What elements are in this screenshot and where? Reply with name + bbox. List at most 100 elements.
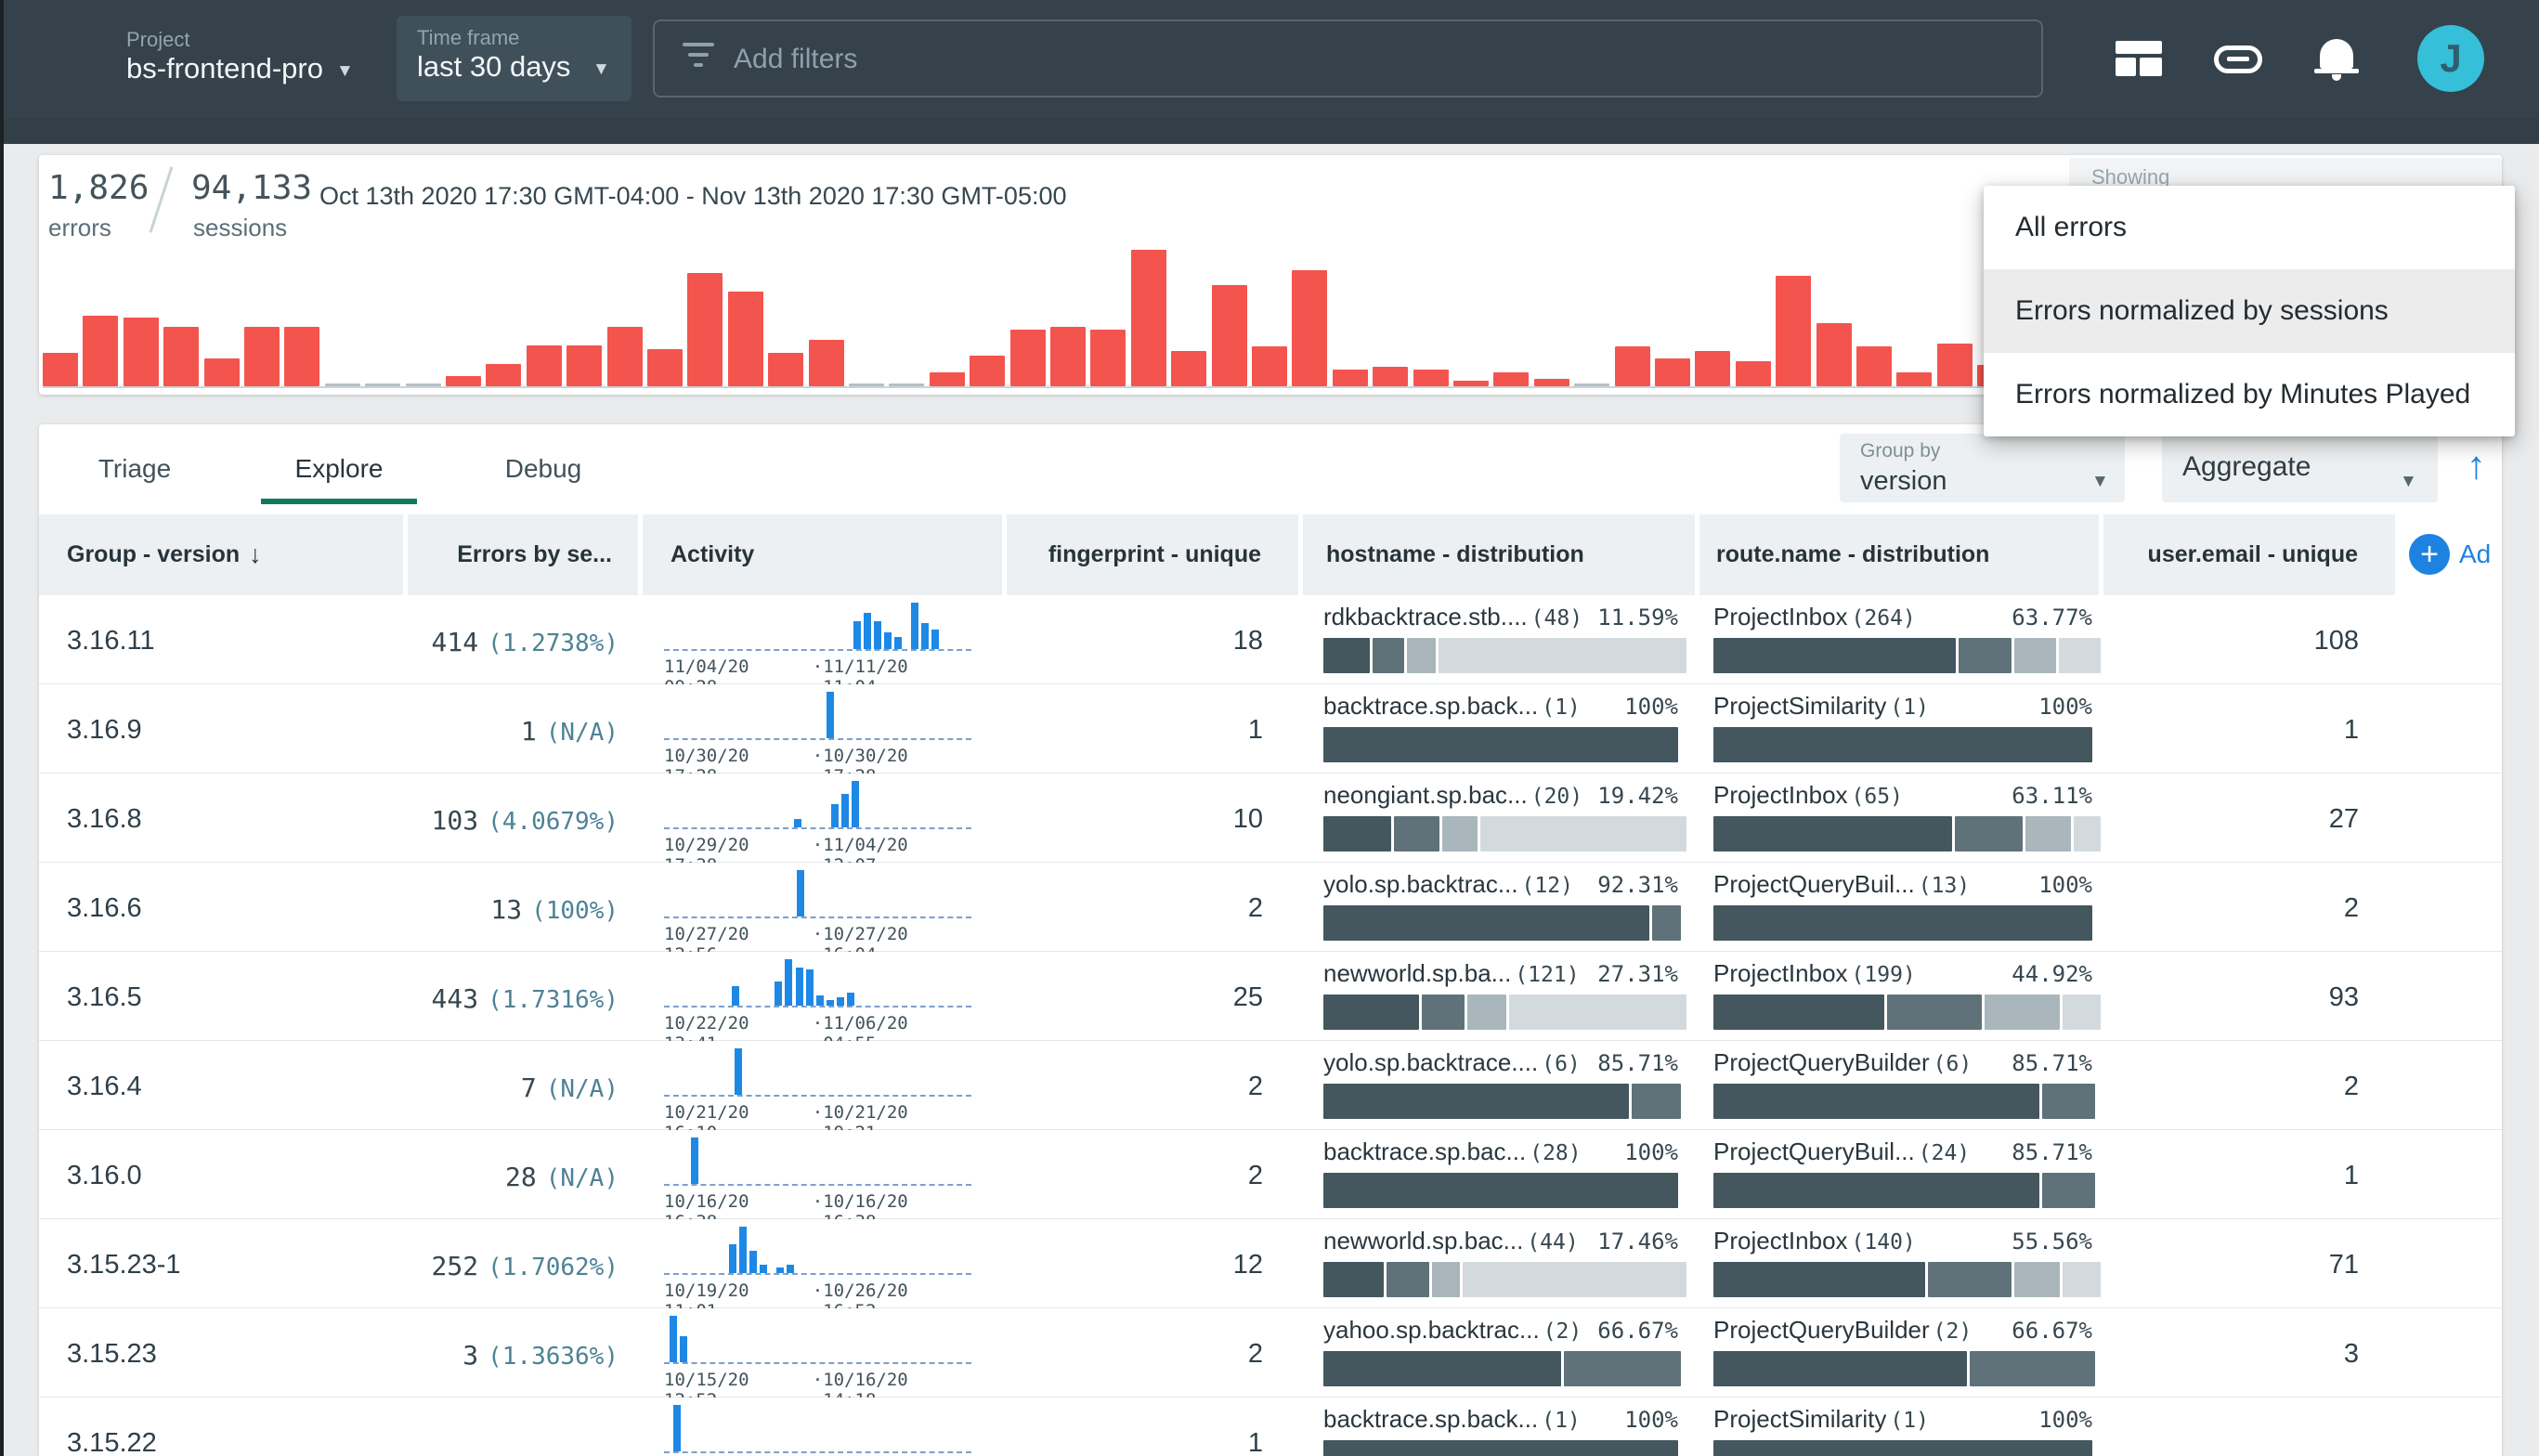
- hostname-label-row: backtrace.sp.back...(1)100%: [1323, 1405, 1678, 1435]
- table-row[interactable]: 3.16.5443(1.7316%)10/22/20 13:41·11/06/2…: [39, 952, 2502, 1041]
- histogram-bar[interactable]: [1050, 327, 1086, 386]
- route-name-cell: ProjectSimilarity(1)100%: [1713, 1405, 2092, 1456]
- histogram-bar[interactable]: [687, 273, 723, 386]
- histogram-bar[interactable]: [647, 349, 683, 386]
- column-header-label: Group - version: [67, 541, 240, 568]
- table-row[interactable]: 3.16.613(100%)10/27/20 12:56·10/27/20 16…: [39, 863, 2502, 952]
- distribution-segment: [1394, 816, 1440, 852]
- histogram-bar[interactable]: [284, 327, 319, 386]
- column-header-hostname-distribution[interactable]: hostname - distribution: [1303, 514, 1695, 595]
- group-by-value[interactable]: version: [1860, 466, 1947, 497]
- histogram-bar[interactable]: [83, 316, 118, 386]
- histogram-bar[interactable]: [1695, 351, 1730, 386]
- column-header-user-email-unique[interactable]: user.email - unique: [2103, 514, 2395, 595]
- histogram-bar[interactable]: [163, 327, 199, 386]
- histogram-bar[interactable]: [1090, 330, 1126, 386]
- menu-item-errors-normalized-by-minutes-played[interactable]: Errors normalized by Minutes Played: [1984, 353, 2515, 436]
- sort-desc-icon[interactable]: ↓: [249, 540, 262, 569]
- add-filters-input[interactable]: [653, 20, 2043, 98]
- hostname-percent: 92.31%: [1597, 872, 1678, 898]
- chevron-down-icon[interactable]: ▼: [2091, 472, 2109, 492]
- tab-explore[interactable]: Explore: [279, 450, 399, 488]
- column-header-fingerprint-unique[interactable]: fingerprint - unique: [1007, 514, 1298, 595]
- route-name-name: ProjectQueryBuilder: [1713, 1048, 1930, 1077]
- histogram-bar[interactable]: [1937, 344, 1973, 386]
- histogram-bar[interactable]: [1896, 372, 1932, 386]
- histogram-bar[interactable]: [566, 345, 602, 386]
- histogram-bar[interactable]: [1171, 351, 1206, 386]
- histogram-bar[interactable]: [527, 345, 562, 386]
- histogram-bar[interactable]: [1413, 370, 1449, 386]
- histogram-bar[interactable]: [1655, 358, 1690, 386]
- histogram-bar[interactable]: [43, 353, 78, 386]
- histogram-bar[interactable]: [406, 384, 441, 386]
- column-header-errors-by-se-[interactable]: Errors by se...: [408, 514, 638, 595]
- chevron-down-icon[interactable]: ▼: [2400, 472, 2417, 492]
- dashboard-layout-icon[interactable]: [2116, 41, 2162, 76]
- histogram-bar[interactable]: [486, 364, 521, 386]
- histogram-bar[interactable]: [1816, 323, 1852, 386]
- table-row[interactable]: 3.16.11414(1.2738%)11/04/20 09:28·11/11/…: [39, 595, 2502, 684]
- chevron-down-icon[interactable]: ▼: [592, 59, 610, 80]
- chevron-down-icon[interactable]: ▼: [336, 61, 354, 82]
- histogram-bar[interactable]: [1212, 285, 1247, 386]
- scroll-to-top-icon[interactable]: ↑: [2467, 443, 2486, 488]
- column-header-activity[interactable]: Activity: [643, 514, 1002, 595]
- histogram-bar[interactable]: [889, 384, 924, 386]
- table-row[interactable]: 3.15.221backtrace.sp.back...(1)100%Proje…: [39, 1398, 2502, 1456]
- histogram-bar[interactable]: [1736, 361, 1771, 386]
- menu-item-errors-normalized-by-sessions[interactable]: Errors normalized by sessions: [1984, 269, 2515, 353]
- histogram-bar[interactable]: [1615, 346, 1650, 386]
- user-avatar[interactable]: J: [2417, 25, 2484, 92]
- project-selector[interactable]: bs-frontend-pro: [126, 52, 323, 85]
- table-row[interactable]: 3.15.233(1.3636%)10/15/20 12:52·10/16/20…: [39, 1308, 2502, 1398]
- histogram-bar[interactable]: [446, 376, 481, 386]
- histogram-bar[interactable]: [849, 384, 884, 386]
- aggregate-label[interactable]: Aggregate: [2182, 451, 2311, 483]
- table-row[interactable]: 3.16.47(N/A)10/21/20 16:10·10/21/20 19:2…: [39, 1041, 2502, 1130]
- histogram-bar[interactable]: [1131, 250, 1166, 386]
- hostname-name: backtrace.sp.bac...: [1323, 1138, 1526, 1166]
- tab-triage[interactable]: Triage: [84, 450, 186, 488]
- column-header-group-version[interactable]: Group - version ↓: [39, 514, 403, 595]
- table-row[interactable]: 3.15.23-1252(1.7062%)10/19/20 11:01·10/2…: [39, 1219, 2502, 1308]
- histogram-bar[interactable]: [365, 384, 400, 386]
- histogram-bar[interactable]: [970, 356, 1005, 386]
- add-column-header[interactable]: + Ad: [2400, 514, 2502, 595]
- cell-fingerprint-unique: 25: [1068, 982, 1263, 1013]
- histogram-bar[interactable]: [204, 358, 240, 386]
- menu-item-all-errors[interactable]: All errors: [1984, 186, 2515, 269]
- histogram-bar[interactable]: [1574, 384, 1609, 386]
- histogram-bar[interactable]: [1252, 346, 1287, 386]
- column-header-route-name-distribution[interactable]: route.name - distribution: [1699, 514, 2099, 595]
- route-name-percent: 63.11%: [2012, 783, 2092, 809]
- histogram-bar[interactable]: [1292, 270, 1327, 386]
- tab-debug[interactable]: Debug: [492, 450, 594, 488]
- table-row[interactable]: 3.16.028(N/A)10/16/20 16:38·10/16/20 16:…: [39, 1130, 2502, 1219]
- histogram-bar[interactable]: [1534, 379, 1569, 386]
- histogram-bar[interactable]: [1856, 346, 1892, 386]
- hostname-cell: yolo.sp.backtrace....(6)85.71%: [1323, 1048, 1678, 1124]
- notifications-bell-icon[interactable]: [2320, 39, 2353, 69]
- hostname-count: (1): [1542, 696, 1581, 720]
- histogram-bar[interactable]: [809, 340, 844, 386]
- histogram-bar[interactable]: [244, 327, 280, 386]
- histogram-bar[interactable]: [1010, 330, 1046, 386]
- histogram-bar[interactable]: [1373, 367, 1408, 386]
- timeframe-value[interactable]: last 30 days: [417, 50, 570, 84]
- sparkline-bar: [864, 613, 871, 649]
- histogram-bar[interactable]: [768, 353, 803, 386]
- histogram-bar[interactable]: [1493, 372, 1529, 386]
- histogram-bar[interactable]: [930, 372, 965, 386]
- histogram-bar[interactable]: [728, 292, 763, 386]
- histogram-bar[interactable]: [1776, 276, 1811, 386]
- histogram-bar[interactable]: [1333, 370, 1368, 386]
- histogram-bar[interactable]: [325, 384, 360, 386]
- table-row[interactable]: 3.16.8103(4.0679%)10/29/20 17:38·11/04/2…: [39, 774, 2502, 863]
- histogram-bar[interactable]: [1453, 381, 1489, 386]
- table-row[interactable]: 3.16.91(N/A)10/30/20 17:28·10/30/20 17:2…: [39, 684, 2502, 774]
- histogram-bar[interactable]: [124, 318, 159, 386]
- histogram-bar[interactable]: [607, 327, 643, 386]
- hostname-count: (1): [1542, 1409, 1581, 1433]
- add-column-plus-icon[interactable]: +: [2409, 534, 2450, 575]
